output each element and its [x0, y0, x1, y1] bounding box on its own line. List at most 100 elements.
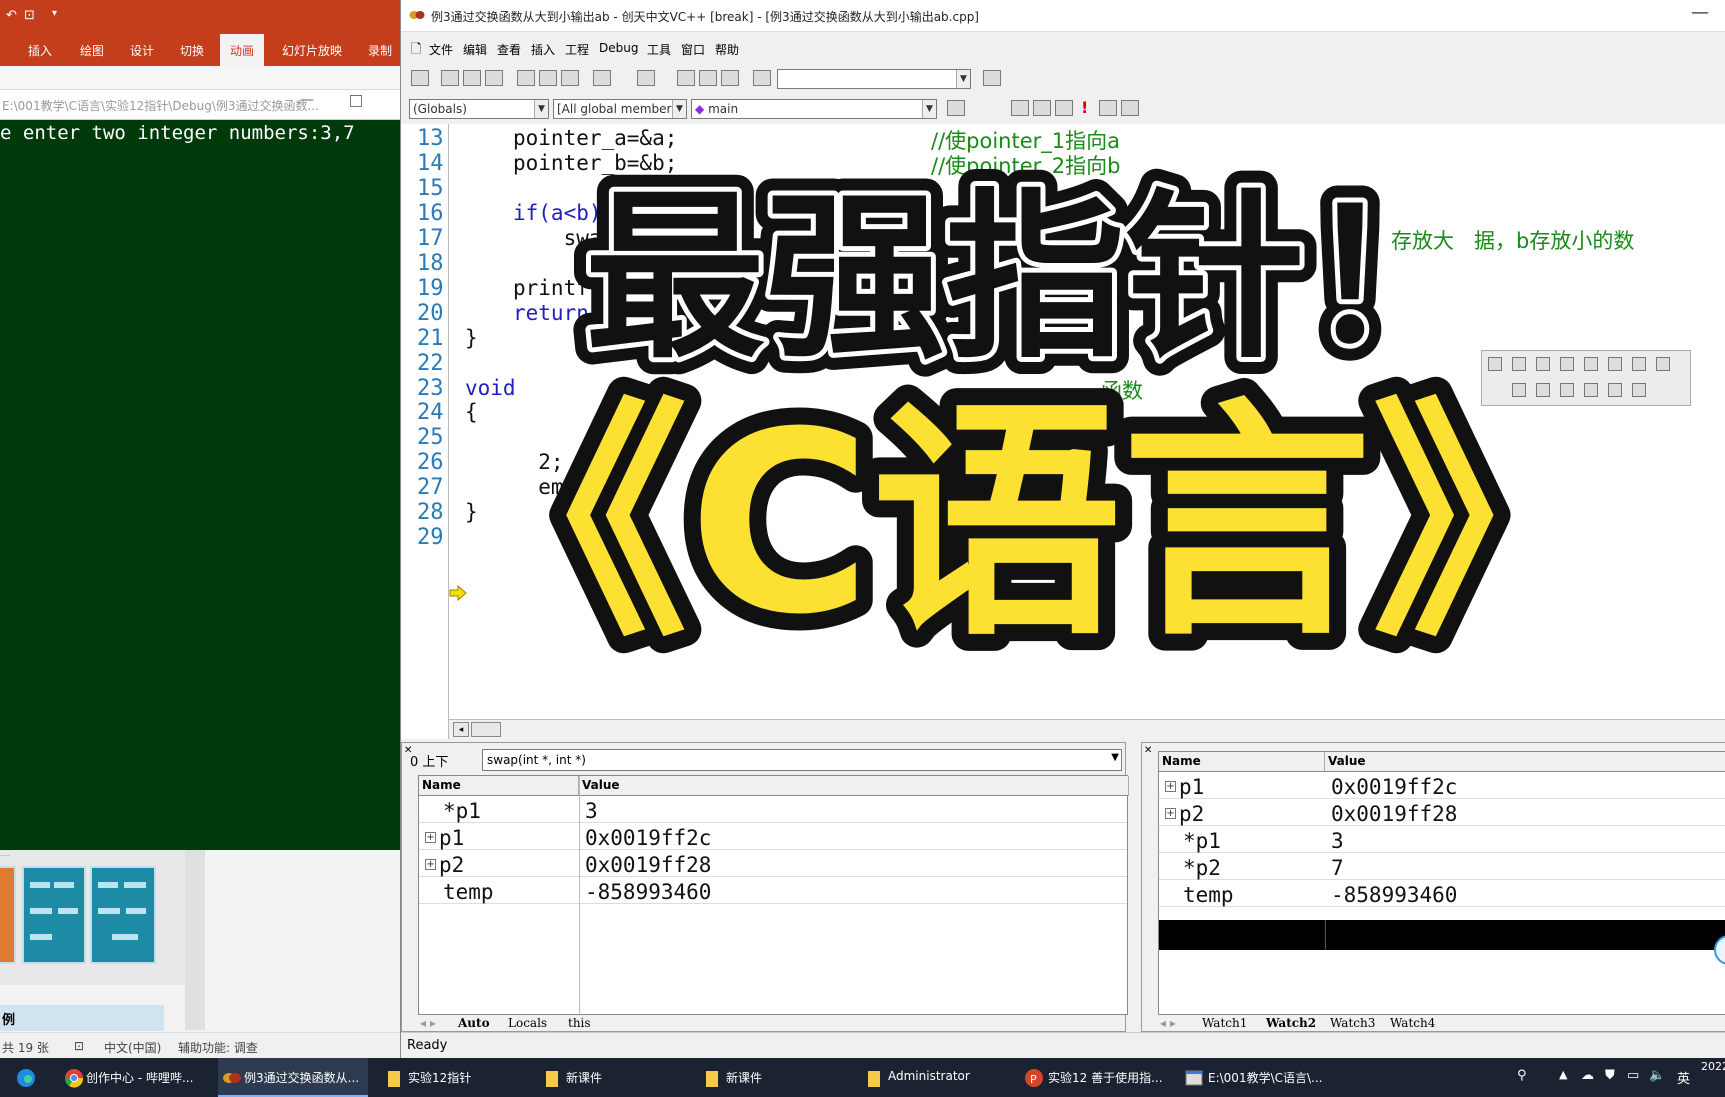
minimize-button[interactable]: —	[1691, 2, 1709, 23]
present-icon[interactable]: ⊡	[24, 8, 35, 23]
grid-row[interactable]: + p1 0x0019ff2c	[1159, 772, 1725, 799]
menu-tools[interactable]: 工具	[647, 41, 671, 58]
tab-this[interactable]: this	[568, 1016, 591, 1030]
slide-thumbnail[interactable]	[90, 866, 156, 964]
tab-draw[interactable]: 绘图	[80, 42, 104, 59]
apply-changes-icon[interactable]	[1560, 357, 1574, 371]
cloud-icon[interactable]: ☁	[1581, 1068, 1594, 1083]
chevron-up-icon[interactable]: ▲	[1559, 1068, 1567, 1081]
column-value[interactable]: Value	[1325, 752, 1725, 772]
expand-icon[interactable]: +	[1165, 808, 1176, 819]
build-icon[interactable]	[1033, 100, 1051, 116]
tab-watch2[interactable]: Watch2	[1266, 1016, 1316, 1030]
output-icon[interactable]	[699, 70, 717, 86]
taskbar-item-explorer[interactable]: E:\001教学\C语言\...	[1182, 1058, 1352, 1097]
members-combo[interactable]: [All global members] ▼	[553, 99, 687, 119]
function-combo[interactable]: ◆ main ▼	[691, 99, 937, 119]
step-out-icon[interactable]	[1656, 357, 1670, 371]
menu-view[interactable]: 查看	[497, 41, 521, 58]
save-all-icon[interactable]	[485, 70, 503, 86]
notes-icon[interactable]: ⊡	[74, 1039, 84, 1053]
redo-icon[interactable]	[637, 70, 655, 86]
tab-slideshow[interactable]: 幻灯片放映	[282, 42, 342, 59]
variable-value[interactable]: 0x0019ff2c	[585, 826, 711, 850]
editor-hscrollbar[interactable]: ◂	[449, 719, 1725, 739]
menu-help[interactable]: 帮助	[715, 41, 739, 58]
taskbar-item-vc[interactable]: 例3通过交换函数从...	[218, 1058, 368, 1097]
stop-debug-icon[interactable]	[1512, 357, 1526, 371]
save-icon[interactable]	[463, 70, 481, 86]
grid-row[interactable]: temp -858993460	[419, 877, 1127, 904]
variable-value[interactable]: 0x0019ff28	[1331, 802, 1457, 826]
variable-value[interactable]: 3	[1331, 829, 1344, 853]
find-in-files-icon[interactable]	[753, 70, 771, 86]
paste-icon[interactable]	[561, 70, 579, 86]
maximize-button[interactable]	[350, 95, 362, 107]
menu-window[interactable]: 窗口	[681, 41, 705, 58]
clock[interactable]: 2022	[1701, 1060, 1725, 1073]
open-icon[interactable]	[441, 70, 459, 86]
taskbar-item-chrome[interactable]: 创作中心 - 哔哩哔...	[60, 1058, 200, 1097]
accessibility-status[interactable]: 辅助功能: 调查	[178, 1039, 258, 1056]
thumbnail-scrollbar[interactable]	[185, 850, 205, 1030]
slide-thumbnail[interactable]	[0, 866, 16, 964]
step-into-icon[interactable]	[1608, 357, 1622, 371]
restart-icon[interactable]	[1488, 357, 1502, 371]
break-icon[interactable]	[1536, 357, 1550, 371]
taskbar-item-powerpoint[interactable]: P 实验12 善于使用指...	[1022, 1058, 1172, 1097]
find-combo[interactable]: ▼	[777, 69, 971, 89]
code-editor[interactable]: 13 14 15 16 17 18 19 20 21 22 23 24 25 26 27 28 29 point…	[401, 124, 1725, 739]
expand-icon[interactable]: +	[1165, 781, 1176, 792]
menu-project[interactable]: 工程	[565, 41, 589, 58]
shield-icon[interactable]: ⛊	[1605, 1068, 1615, 1083]
memory-icon[interactable]	[1608, 383, 1622, 397]
grid-row[interactable]: *p2 7	[1159, 853, 1725, 880]
stop-build-icon[interactable]	[1055, 100, 1073, 116]
variables-grid[interactable]: Name Value *p1 3 + p1 0x0019ff2c + p2 0x0019ff2…	[418, 775, 1129, 1016]
watch-grid[interactable]: Name Value + p1 0x0019ff2c + p2 0x0019ff28 *p1…	[1158, 751, 1725, 1015]
call-stack-icon[interactable]	[1632, 383, 1646, 397]
expand-icon[interactable]: +	[425, 859, 436, 870]
menu-debug[interactable]: Debug	[599, 41, 638, 55]
watch-new-entry-row[interactable]	[1159, 920, 1725, 950]
grid-row[interactable]: *p1 3	[1159, 826, 1725, 853]
menu-insert[interactable]: 插入	[531, 41, 555, 58]
cut-icon[interactable]	[517, 70, 535, 86]
globals-combo[interactable]: (Globals) ▼	[409, 99, 549, 119]
column-name[interactable]: Name	[1159, 752, 1325, 772]
grid-row[interactable]: + p2 0x0019ff28	[419, 850, 1127, 877]
variables-icon[interactable]	[1560, 383, 1574, 397]
people-icon[interactable]: ⚲	[1517, 1068, 1527, 1083]
tab-design[interactable]: 设计	[130, 42, 154, 59]
scroll-left-button[interactable]: ◂	[453, 722, 469, 737]
undo-icon[interactable]	[593, 70, 611, 86]
tab-watch3[interactable]: Watch3	[1330, 1016, 1375, 1030]
slide-thumbnail[interactable]	[22, 866, 86, 964]
column-name[interactable]: Name	[419, 776, 579, 796]
minimize-button[interactable]: —	[300, 92, 314, 108]
copy-icon[interactable]	[539, 70, 557, 86]
workspace-icon[interactable]	[677, 70, 695, 86]
network-icon[interactable]: ▭	[1627, 1068, 1639, 1083]
variable-value[interactable]: 7	[1331, 856, 1344, 880]
variable-value[interactable]: -858993460	[1331, 883, 1457, 907]
grid-row[interactable]: + p2 0x0019ff28	[1159, 799, 1725, 826]
registers-icon[interactable]	[1584, 383, 1598, 397]
window-list-icon[interactable]	[721, 70, 739, 86]
tab-insert[interactable]: 插入	[28, 42, 52, 59]
watch-icon[interactable]	[1536, 383, 1550, 397]
find-icon[interactable]	[983, 70, 1001, 86]
menu-file[interactable]: 文件	[429, 41, 453, 58]
scroll-thumb[interactable]	[471, 722, 501, 737]
execute-icon[interactable]: !	[1081, 98, 1088, 117]
grid-row[interactable]: *p1 3	[419, 796, 1127, 823]
variable-value[interactable]: -858993460	[585, 880, 711, 904]
compile-icon[interactable]	[1011, 100, 1029, 116]
quick-access-dropdown-icon[interactable]: ▾	[52, 8, 57, 19]
context-combo[interactable]: swap(int *, int *) ▼	[482, 749, 1122, 771]
tab-transitions[interactable]: 切换	[180, 42, 204, 59]
tab-animations[interactable]: 动画	[220, 34, 265, 66]
taskbar-item-folder[interactable]: 新课件	[540, 1058, 670, 1097]
go-icon[interactable]	[1099, 100, 1117, 116]
breakpoint-hand-icon[interactable]	[1121, 100, 1139, 116]
